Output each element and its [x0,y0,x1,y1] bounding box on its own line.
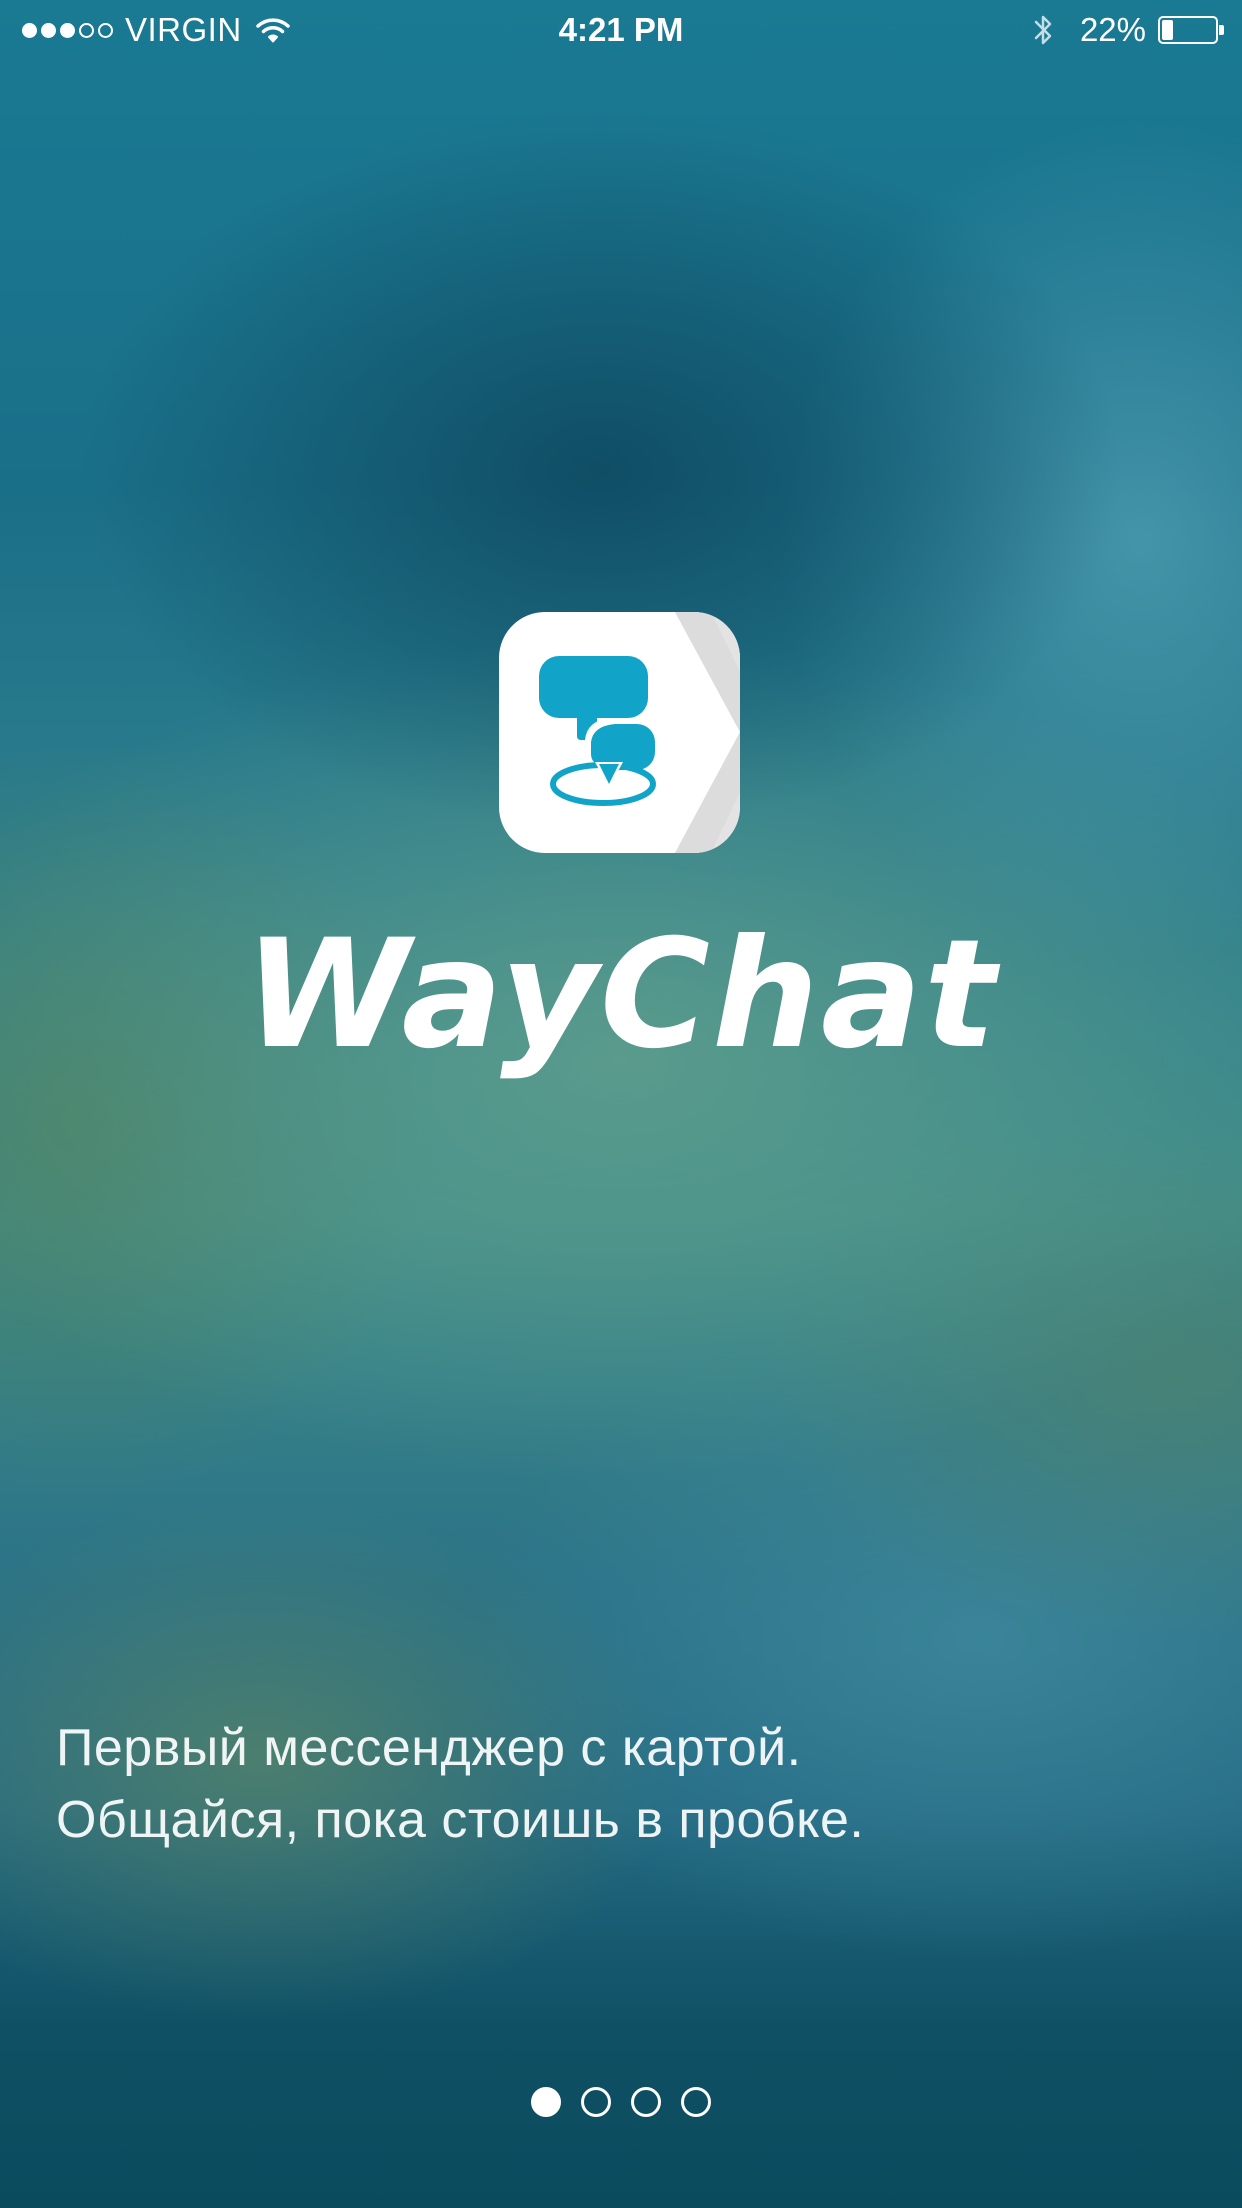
app-logo [499,612,740,853]
status-right: 22% [1032,10,1224,50]
bluetooth-icon [1034,15,1052,45]
background [0,0,1242,2208]
tagline-line-1: Первый мессенджер с картой. [56,1719,802,1777]
page-dot-1[interactable] [531,2087,561,2117]
battery-icon [1158,16,1224,44]
page-dot-2[interactable] [581,2087,611,2117]
battery-cap [1219,25,1224,35]
battery-percentage: 22% [1079,11,1146,48]
app-name: WayChat [244,908,998,1082]
tagline-line-2: Общайся, пока стоишь в пробке. [56,1791,865,1849]
page-dot-3[interactable] [631,2087,661,2117]
chat-bubbles-location-icon [539,612,740,853]
battery-level [1162,20,1173,40]
onboarding-tagline: Первый мессенджер с картой. Общайся, пок… [56,1712,864,1856]
page-dot-4[interactable] [681,2087,711,2117]
page-indicator[interactable] [0,2087,1242,2117]
status-bar: VIRGIN 4:21 PM 22% [0,0,1242,60]
